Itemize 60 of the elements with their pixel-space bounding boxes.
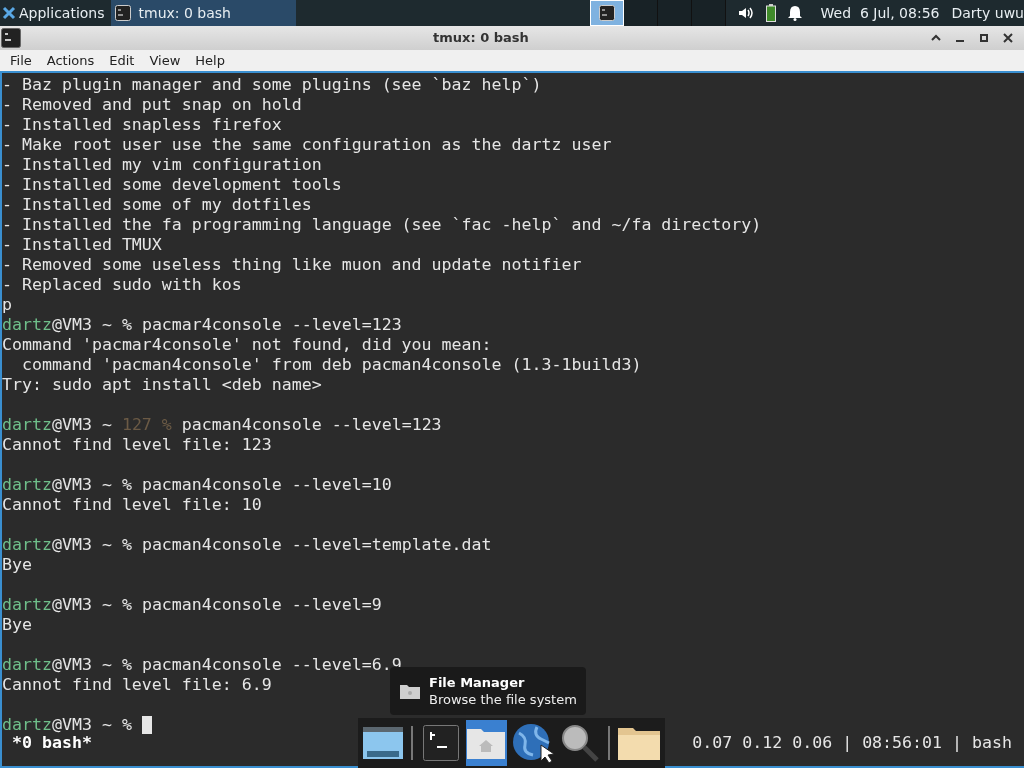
command-text: pacman4console --level=6.9 xyxy=(141,655,402,675)
tmux-window-tab[interactable]: *0 bash* xyxy=(2,733,92,753)
output-line: command 'pacman4console' from deb pacman4console (1.3-1build3) xyxy=(20,355,642,375)
shell-prompt: dartz@VM3 ~ % xyxy=(2,655,132,675)
home-folder-icon[interactable] xyxy=(465,720,508,766)
close-button[interactable] xyxy=(1002,32,1014,44)
bell-icon[interactable] xyxy=(787,5,802,21)
menu-item[interactable]: View xyxy=(149,50,181,71)
output-line: Bye xyxy=(2,615,32,635)
output-line: - Installed my vim configuration xyxy=(2,155,322,175)
shell-prompt: dartz@VM3 ~ % xyxy=(2,595,132,615)
command-text: pacman4console --level=10 xyxy=(141,475,392,495)
terminal-icon xyxy=(1,28,21,48)
shell-prompt: dartz@VM3 ~ % xyxy=(2,715,132,735)
terminal[interactable] xyxy=(0,73,1024,768)
output-line: p xyxy=(2,295,12,315)
shell-prompt: dartz@VM3 ~ % xyxy=(2,315,132,335)
menu-item[interactable]: File xyxy=(10,50,32,71)
folder-icon xyxy=(399,682,421,700)
shell-prompt: dartz@VM3 ~ 127 % xyxy=(2,415,172,435)
output-line: Bye xyxy=(2,555,32,575)
maximize-button[interactable] xyxy=(978,32,990,44)
shell-prompt: dartz@VM3 ~ % xyxy=(2,535,132,555)
workspace-button[interactable] xyxy=(623,0,658,26)
battery-icon[interactable] xyxy=(765,4,776,22)
tmux-status-info: 0.07 0.12 0.06 | 08:56:01 | bash xyxy=(692,733,1013,753)
volume-icon[interactable] xyxy=(737,6,754,20)
window-title: tmux: 0 bash xyxy=(433,29,529,48)
output-line: Cannot find level file: 10 xyxy=(2,495,262,515)
xfce-icon xyxy=(2,6,16,20)
tooltip-subtitle: Browse the file system xyxy=(429,691,577,708)
output-line: - Installed some development tools xyxy=(2,175,342,195)
output-line: Try: sudo apt install <deb name> xyxy=(2,375,322,395)
output-line: Cannot find level file: 6.9 xyxy=(2,675,272,695)
command-text: pacmar4console --level=123 xyxy=(141,315,402,335)
output-line: - Removed some useless thing like muon and update notifier xyxy=(2,255,582,275)
command-text: pacman4console --level=9 xyxy=(141,595,382,615)
output-line: - Removed and put snap on hold xyxy=(2,95,302,115)
applications-menu[interactable]: Applications xyxy=(0,0,111,26)
clock[interactable]: Wed 6 Jul, 08:56 xyxy=(820,2,940,24)
output-line: - Installed some of my dotfiles xyxy=(2,195,312,215)
output-line: - Replaced sudo with kos xyxy=(2,275,242,295)
menu-item[interactable]: Actions xyxy=(46,50,95,71)
output-line: - Installed snapless firefox xyxy=(2,115,282,135)
user-menu[interactable]: Darty uwu xyxy=(951,2,1024,24)
output-line: - Make root user use the same configuration as the dartz user xyxy=(2,135,612,155)
output-line: - Installed TMUX xyxy=(2,235,162,255)
output-line: Command 'pacmar4console' not found, did you mean: xyxy=(2,335,492,355)
output-line: - Installed the fa programming language (see `fac -help` and ~/fa directory) xyxy=(2,215,762,235)
terminal-icon xyxy=(114,5,131,21)
menu-item[interactable]: Help xyxy=(195,50,225,71)
output-line: - Baz plugin manager and some plugins (see `baz help`) xyxy=(2,75,542,95)
command-text: pacman4console --level=template.dat xyxy=(141,535,492,555)
terminal-icon xyxy=(598,5,615,21)
command-text: pacman4console --level=123 xyxy=(181,415,442,435)
output-line: Cannot find level file: 123 xyxy=(2,435,272,455)
shell-prompt: dartz@VM3 ~ % xyxy=(2,475,132,495)
menu-item[interactable]: Edit xyxy=(109,50,135,71)
taskbar-button[interactable]: tmux: 0 bash xyxy=(110,0,296,26)
tooltip-title: File Manager xyxy=(429,674,526,691)
